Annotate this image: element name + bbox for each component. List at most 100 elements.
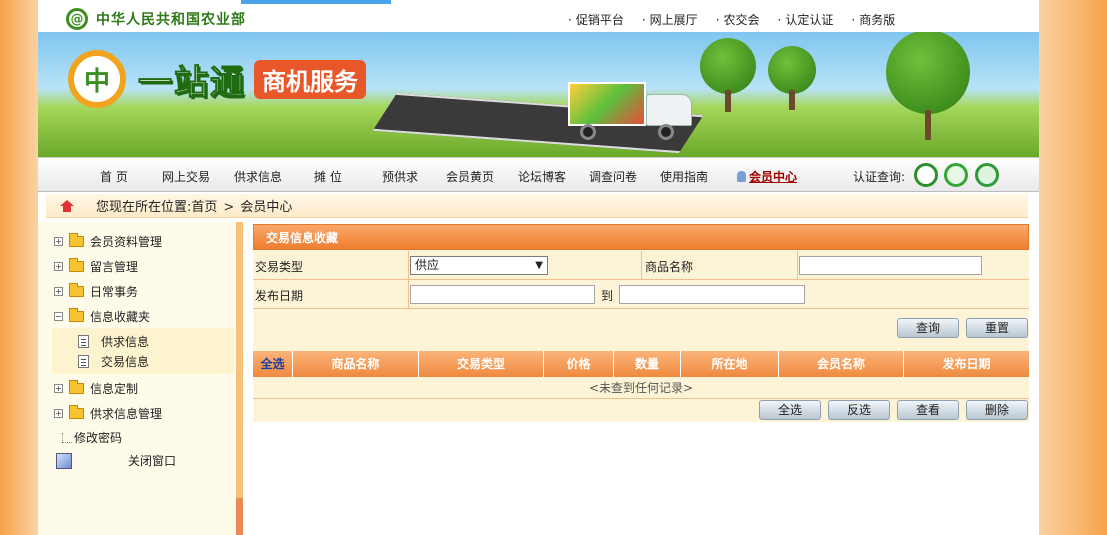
sidebar-item-label: 日常事务 (90, 285, 139, 299)
column-select-all[interactable]: 全选 (253, 351, 293, 377)
folder-icon (69, 380, 84, 394)
cell-divider (408, 251, 409, 280)
nav-member-center-label: 会员中心 (749, 170, 798, 184)
top-bar: @ 中华人民共和国农业部 促销平台 网上展厅 农交会 认定认证 商务版 (38, 4, 1039, 32)
delete-button[interactable]: 删除 (966, 400, 1028, 420)
breadcrumb-home[interactable]: 首页 (191, 200, 217, 215)
document-icon (78, 335, 89, 348)
organic-cert-icon[interactable] (975, 163, 999, 187)
expand-icon[interactable]: + (54, 409, 63, 418)
sidebar-item-label: 供求信息管理 (90, 407, 163, 421)
sidebar-item-info-subscription[interactable]: + 信息定制 (54, 380, 138, 397)
table-divider (253, 398, 1029, 399)
column-product-name: 商品名称 (293, 351, 419, 377)
sidebar-item-daily-affairs[interactable]: + 日常事务 (54, 283, 138, 300)
date-to-label: 到 (601, 289, 614, 303)
folder-icon (69, 258, 84, 272)
ministry-emblem-icon: @ (66, 8, 88, 30)
banner: 中 一站通 商机服务 (38, 32, 1039, 157)
sidebar-item-label: 修改密码 (74, 431, 123, 445)
sidebar-scrollbar[interactable] (236, 222, 243, 535)
folder-icon (69, 405, 84, 419)
results-table-header: 全选 商品名称 交易类型 价格 数量 所在地 会员名称 发布日期 (253, 351, 1029, 377)
sidebar-subitem-supply-info[interactable]: 供求信息 (78, 333, 149, 350)
top-link-certification[interactable]: 认定认证 (778, 11, 833, 28)
sidebar-subitem-label: 供求信息 (101, 335, 150, 349)
cell-divider (408, 280, 409, 309)
breadcrumb-prefix: 您现在所在位置: (96, 200, 192, 215)
tree-graphic (768, 46, 816, 94)
date-from-input[interactable] (410, 285, 595, 304)
select-all-button[interactable]: 全选 (759, 400, 821, 420)
date-to-input[interactable] (619, 285, 805, 304)
main-nav: 首 页 网上交易 供求信息 摊 位 预供求 会员黄页 论坛博客 调查问卷 使用指… (38, 157, 1039, 192)
trade-type-label: 交易类型 (255, 260, 304, 274)
pollution-free-cert-icon[interactable] (944, 163, 968, 187)
nav-guide[interactable]: 使用指南 (660, 168, 708, 185)
form-row-date: 发布日期 到 (253, 280, 1029, 309)
nav-member-center[interactable]: 会员中心 (737, 168, 797, 185)
truck-cargo-graphic (568, 82, 646, 126)
sidebar-item-label: 会员资料管理 (90, 235, 163, 249)
sidebar-item-favorites[interactable]: − 信息收藏夹 (54, 308, 150, 325)
form-row-trade-type: 交易类型 供应 ▼ 商品名称 (253, 251, 1029, 280)
ministry-name: 中华人民共和国农业部 (96, 12, 246, 28)
top-link-business[interactable]: 商务版 (851, 11, 895, 28)
nav-online-trade[interactable]: 网上交易 (162, 168, 210, 185)
tree-trunk-graphic (925, 110, 931, 140)
nav-booth[interactable]: 摊 位 (314, 168, 342, 185)
nav-home[interactable]: 首 页 (100, 168, 128, 185)
close-window-link[interactable]: 关闭窗口 (56, 452, 176, 469)
product-name-input[interactable] (799, 256, 982, 275)
top-link-online-hall[interactable]: 网上展厅 (642, 11, 698, 28)
invert-selection-button[interactable]: 反选 (828, 400, 890, 420)
truck-cab-graphic (646, 94, 692, 126)
nav-forum-blog[interactable]: 论坛博客 (518, 168, 566, 185)
collapse-icon[interactable]: − (54, 312, 63, 321)
sidebar-subitem-trade-info[interactable]: 交易信息 (78, 353, 149, 370)
brand-main-text: 一站通 (138, 62, 246, 103)
ministry-logo[interactable]: @ 中华人民共和国农业部 (66, 8, 246, 30)
open-folder-icon (69, 308, 84, 322)
chevron-down-icon: ▼ (535, 260, 543, 271)
top-link-promotion[interactable]: 促销平台 (568, 11, 624, 28)
sidebar-item-member-profile[interactable]: + 会员资料管理 (54, 233, 162, 250)
expand-icon[interactable]: + (54, 287, 63, 296)
reset-button[interactable]: 重置 (966, 318, 1028, 338)
column-price: 价格 (544, 351, 614, 377)
cert-query-label: 认证查询: (853, 170, 906, 184)
top-links: 促销平台 网上展厅 农交会 认定认证 商务版 (568, 11, 895, 28)
close-window-label: 关闭窗口 (128, 454, 177, 468)
sidebar-item-messages[interactable]: + 留言管理 (54, 258, 138, 275)
brand-logo-icon: 中 (68, 50, 126, 108)
expand-icon[interactable]: + (54, 237, 63, 246)
nav-survey[interactable]: 调查问卷 (589, 168, 637, 185)
home-icon (60, 199, 74, 212)
sidebar-item-supply-management[interactable]: + 供求信息管理 (54, 405, 162, 422)
expand-icon[interactable]: + (54, 384, 63, 393)
top-link-agri-fair[interactable]: 农交会 (716, 11, 760, 28)
query-button[interactable]: 查询 (897, 318, 959, 338)
panel-title: 交易信息收藏 (253, 224, 1029, 250)
view-button[interactable]: 查看 (897, 400, 959, 420)
sidebar-subitem-label: 交易信息 (101, 355, 150, 369)
truck-graphic (568, 76, 698, 148)
nav-supply-demand[interactable]: 供求信息 (234, 168, 282, 185)
brand-sub-text: 商机服务 (254, 59, 366, 99)
trade-type-select[interactable]: 供应 ▼ (410, 256, 548, 275)
breadcrumb: 您现在所在位置:首页 > 会员中心 (46, 194, 1028, 218)
user-icon (737, 171, 746, 182)
nav-member-pages[interactable]: 会员黄页 (446, 168, 494, 185)
green-food-cert-icon[interactable] (914, 163, 938, 187)
sidebar-item-label: 信息收藏夹 (90, 310, 151, 324)
sidebar-item-change-password[interactable]: 修改密码 (62, 429, 122, 446)
expand-icon[interactable]: + (54, 262, 63, 271)
tree-line-icon (62, 432, 72, 443)
sidebar-scroll-thumb[interactable] (236, 498, 243, 535)
sidebar-item-label: 信息定制 (90, 382, 139, 396)
document-icon (78, 355, 89, 368)
column-quantity: 数量 (614, 351, 681, 377)
column-member-name: 会员名称 (779, 351, 904, 377)
column-trade-type: 交易类型 (419, 351, 544, 377)
nav-pre-supply[interactable]: 预供求 (382, 168, 418, 185)
